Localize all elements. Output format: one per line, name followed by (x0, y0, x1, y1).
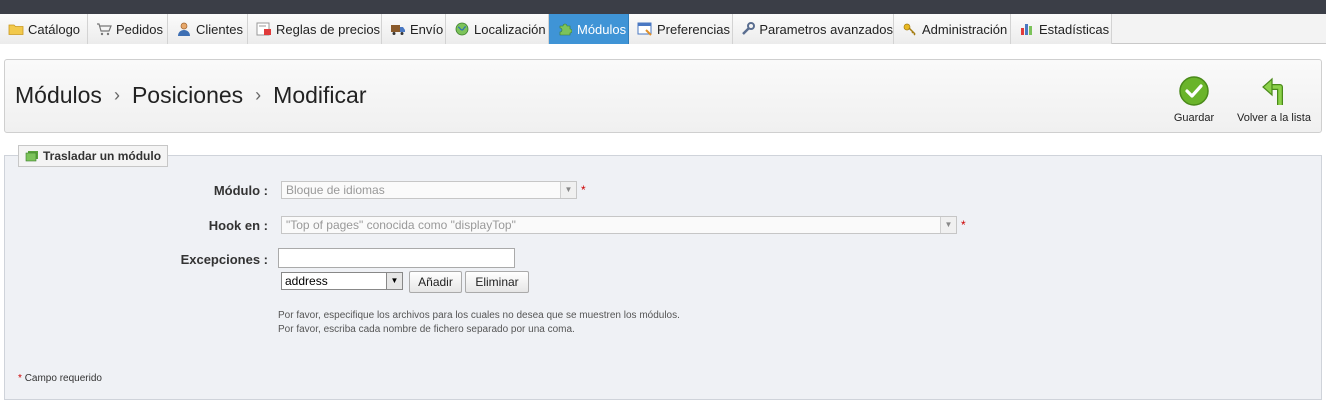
admin-top-bar (0, 0, 1326, 14)
truck-icon (390, 21, 406, 37)
hook-label: Hook en : (208, 218, 268, 233)
tab-label: Pedidos (116, 21, 163, 37)
tab-modulos[interactable]: Módulos (549, 14, 629, 44)
tab-administracion[interactable]: Administración (894, 14, 1011, 44)
back-label: Volver a la lista (1237, 112, 1311, 124)
required-mark: * (581, 183, 586, 197)
exceptions-label: Excepciones : (180, 252, 268, 267)
exceptions-help-text: Por favor, especifique los archivos para… (278, 309, 680, 337)
save-button[interactable]: Guardar (1169, 75, 1219, 124)
tab-localizacion[interactable]: Localización (446, 14, 549, 44)
exceptions-file-value: address (285, 274, 328, 288)
back-to-list-button[interactable]: Volver a la lista (1233, 75, 1315, 124)
add-exception-button[interactable]: Añadir (409, 271, 462, 293)
tab-estadisticas[interactable]: Estadísticas (1011, 14, 1112, 44)
help-line-1: Por favor, especifique los archivos para… (278, 310, 680, 321)
tab-label: Envío (410, 21, 444, 37)
breadcrumb-separator: › (255, 85, 262, 105)
main-menu-tabs: Catálogo Pedidos Clientes Reglas de prec… (0, 14, 1326, 44)
hook-select-value: "Top of pages" conocida como "displayTop… (286, 218, 516, 232)
chevron-down-icon: ▼ (560, 182, 576, 198)
tab-parametros-avanzados[interactable]: Parametros avanzados (733, 14, 894, 44)
exceptions-file-select[interactable]: address ▼ (281, 272, 403, 290)
check-icon (1178, 75, 1210, 110)
tab-clientes[interactable]: Clientes (168, 14, 248, 44)
module-select-value: Bloque de idiomas (286, 183, 385, 197)
breadcrumb-separator: › (113, 85, 120, 105)
tab-label: Catálogo (28, 21, 81, 37)
globe-icon (454, 21, 470, 37)
remove-exception-button[interactable]: Eliminar (465, 271, 529, 293)
key-icon (902, 21, 918, 37)
folder-icon (8, 21, 24, 37)
required-mark: * (18, 373, 22, 384)
module-icon (25, 150, 39, 162)
breadcrumb-modificar: Modificar (273, 82, 367, 108)
required-note-text: Campo requerido (24, 373, 102, 384)
legend-title: Trasladar un módulo (43, 149, 162, 163)
tab-label: Clientes (196, 21, 243, 37)
puzzle-icon (557, 21, 573, 37)
module-select[interactable]: Bloque de idiomas ▼ (281, 181, 577, 199)
breadcrumb-posiciones[interactable]: Posiciones (132, 82, 243, 109)
preferences-icon (637, 21, 653, 37)
tab-label: Localización (474, 21, 546, 37)
tab-label: Módulos (577, 21, 627, 37)
wrench-icon (741, 21, 756, 37)
breadcrumb-modulos[interactable]: Módulos (15, 82, 102, 109)
tab-label: Reglas de precios (276, 21, 381, 37)
tab-reglas-de-precios[interactable]: Reglas de precios (248, 14, 382, 44)
tab-preferencias[interactable]: Preferencias (629, 14, 733, 44)
fieldset-legend: Trasladar un módulo (18, 145, 169, 167)
hook-select[interactable]: "Top of pages" conocida como "displayTop… (281, 216, 957, 234)
tab-envio[interactable]: Envío (382, 14, 446, 44)
required-mark: * (961, 218, 966, 232)
tab-label: Administración (922, 21, 1008, 37)
page-header: Módulos › Posiciones › Modificar Guardar… (4, 59, 1322, 133)
tab-label: Parametros avanzados (759, 21, 893, 37)
required-field-note: * Campo requerido (18, 373, 102, 384)
back-arrow-icon (1258, 75, 1290, 110)
bar-chart-icon (1019, 21, 1035, 37)
tab-catalogo[interactable]: Catálogo (0, 14, 88, 44)
breadcrumb: Módulos › Posiciones › Modificar (15, 82, 366, 109)
price-rules-icon (256, 21, 272, 37)
save-label: Guardar (1173, 112, 1215, 124)
chevron-down-icon: ▼ (386, 273, 402, 289)
tab-label: Preferencias (657, 21, 730, 37)
help-line-2: Por favor, escriba cada nombre de ficher… (278, 324, 575, 335)
chevron-down-icon: ▼ (940, 217, 956, 233)
cart-icon (96, 21, 112, 37)
user-icon (176, 21, 192, 37)
tab-pedidos[interactable]: Pedidos (88, 14, 168, 44)
tab-label: Estadísticas (1039, 21, 1110, 37)
module-label: Módulo : (213, 183, 268, 198)
exceptions-input[interactable] (278, 248, 515, 268)
